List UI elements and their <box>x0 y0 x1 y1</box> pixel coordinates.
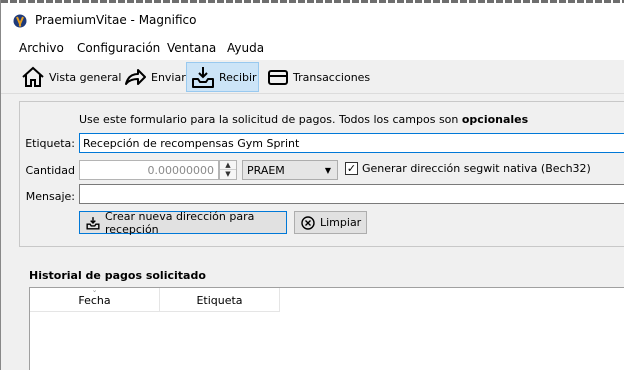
window-title: PraemiumVitae - Magnifico <box>35 13 197 27</box>
tab-receive[interactable]: Recibir <box>186 62 259 92</box>
unit-select-value: PRAEM <box>247 164 285 177</box>
menu-archivo[interactable]: Archivo <box>19 41 64 55</box>
message-input[interactable] <box>79 184 624 204</box>
column-header-date[interactable]: ⌄ Fecha <box>30 286 160 312</box>
tab-overview[interactable]: Vista general <box>17 62 125 92</box>
label-field-label: Etiqueta: <box>25 137 75 150</box>
home-icon <box>22 66 44 87</box>
tab-send-label: Enviar <box>151 70 186 84</box>
tab-transactions-label: Transacciones <box>293 70 371 84</box>
segwit-checkbox-label[interactable]: Generar dirección segwit nativa (Bech32) <box>362 162 591 175</box>
title-bar: PraemiumVitae - Magnifico <box>1 0 624 38</box>
menu-ayuda[interactable]: Ayuda <box>227 41 264 55</box>
tab-overview-label: Vista general <box>49 70 122 84</box>
column-header-date-label: Fecha <box>78 294 111 307</box>
label-input[interactable]: Recepción de recompensas Gym Sprint <box>79 133 624 153</box>
clear-button[interactable]: Limpiar <box>294 211 367 234</box>
history-table: ⌄ Fecha Etiqueta <box>29 286 624 370</box>
tab-receive-label: Recibir <box>219 70 257 84</box>
amount-field-label: Cantidad <box>25 164 75 177</box>
clear-x-icon <box>301 215 315 230</box>
send-arrow-icon <box>125 69 146 85</box>
app-window: PraemiumVitae - Magnifico Archivo Config… <box>0 0 624 370</box>
form-hint: Use este formulario para la solicitud de… <box>79 113 528 126</box>
menu-configuracion[interactable]: Configuración <box>77 41 160 55</box>
receive-inbox-icon <box>86 216 100 230</box>
menu-bar: Archivo Configuración Ventana Ayuda <box>1 38 624 60</box>
chevron-down-icon: ▼ <box>324 166 331 175</box>
history-title: Historial de pagos solicitado <box>29 269 206 282</box>
menu-ventana[interactable]: Ventana <box>167 41 216 55</box>
app-logo-icon <box>13 14 27 28</box>
amount-input[interactable]: 0.00000000 <box>79 160 219 180</box>
message-field-label: Mensaje: <box>25 190 75 203</box>
tab-send[interactable]: Enviar <box>119 62 190 92</box>
title-decoration <box>1 0 624 3</box>
segwit-checkbox[interactable]: ✓ <box>345 162 358 175</box>
unit-select[interactable]: PRAEM ▼ <box>242 160 338 180</box>
amount-spinner[interactable]: ▲ ▼ <box>219 160 237 180</box>
sort-indicator-icon: ⌄ <box>91 286 98 294</box>
spin-down-icon[interactable]: ▼ <box>220 170 236 179</box>
column-header-label[interactable]: Etiqueta <box>160 288 280 312</box>
clear-label: Limpiar <box>320 216 362 229</box>
form-hint-text: Use este formulario para la solicitud de… <box>79 113 462 126</box>
transactions-card-icon <box>268 70 288 85</box>
form-hint-bold: opcionales <box>461 113 529 126</box>
receive-inbox-icon <box>192 67 214 88</box>
spin-up-icon[interactable]: ▲ <box>220 161 236 170</box>
create-address-button[interactable]: Crear nueva dirección para recepción <box>79 209 287 236</box>
tab-transactions[interactable]: Transacciones <box>263 62 374 92</box>
create-address-label: Crear nueva dirección para recepción <box>105 209 255 236</box>
column-header-label-text: Etiqueta <box>196 294 243 307</box>
main-toolbar: Vista general Enviar Recibir Transaccion… <box>1 60 624 94</box>
